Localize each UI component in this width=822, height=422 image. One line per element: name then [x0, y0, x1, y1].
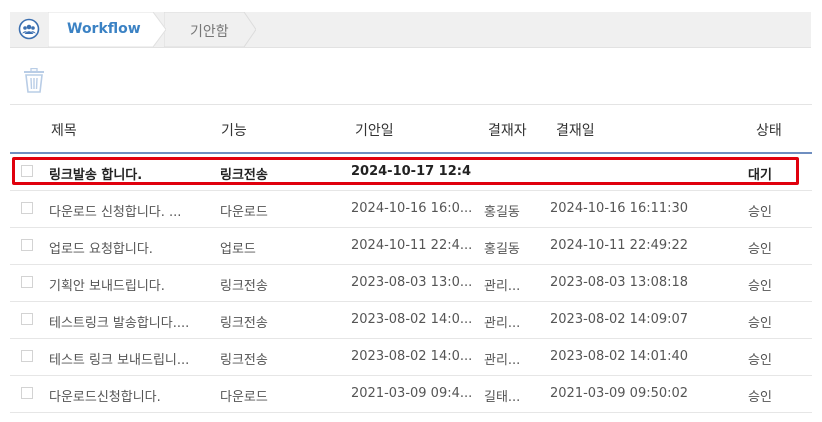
row-checkbox[interactable]: [21, 165, 33, 177]
row-function: 다운로드: [220, 205, 268, 220]
row-approver: 관리...: [484, 279, 521, 294]
row-function: 링크전송: [220, 168, 268, 183]
table-row[interactable]: 테스트링크 발송합니다.... 링크전송 2023-08-02 14:0... …: [10, 302, 812, 339]
row-approver: 홍길동: [484, 242, 520, 257]
table-row[interactable]: 다운로드 신청합니다. ... 다운로드 2024-10-16 16:0... …: [10, 191, 812, 228]
row-draft-date: 2024-10-17 12:4...: [351, 164, 471, 179]
row-title[interactable]: 테스트링크 발송합니다....: [49, 312, 199, 331]
row-approver: 길태...: [484, 390, 521, 405]
table-row[interactable]: 링크발송 합니다. 링크전송 2024-10-17 12:4... 대기: [10, 154, 812, 191]
row-approval-date: 2024-10-11 22:49:22: [550, 238, 689, 253]
workflow-users-icon[interactable]: [18, 18, 40, 40]
row-function: 다운로드: [220, 390, 268, 405]
table-row[interactable]: 기획안 보내드립니다. 링크전송 2023-08-03 13:0... 관리..…: [10, 265, 812, 302]
row-function: 링크전송: [220, 316, 268, 331]
row-checkbox[interactable]: [21, 239, 33, 251]
row-status: 승인: [748, 316, 772, 331]
row-approval-date: 2023-08-02 14:01:40: [550, 349, 689, 364]
row-checkbox[interactable]: [21, 350, 33, 362]
row-function: 업로드: [220, 242, 256, 257]
breadcrumb-workflow[interactable]: Workflow: [48, 12, 166, 47]
row-title[interactable]: 테스트 링크 보내드립니...: [49, 349, 199, 368]
table-row[interactable]: 다운로드신청합니다. 다운로드 2021-03-09 09:4... 길태...…: [10, 376, 812, 413]
row-checkbox[interactable]: [21, 276, 33, 288]
row-title[interactable]: 기획안 보내드립니다.: [49, 275, 199, 294]
table-row[interactable]: 업로드 요청합니다. 업로드 2024-10-11 22:4... 홍길동 20…: [10, 228, 812, 265]
breadcrumb-current: 기안함: [164, 12, 256, 47]
row-status: 승인: [748, 353, 772, 368]
row-approver: 홍길동: [484, 205, 520, 220]
header-title[interactable]: 제목: [51, 120, 77, 140]
trash-icon[interactable]: [23, 67, 45, 94]
row-title[interactable]: 링크발송 합니다.: [49, 164, 199, 183]
row-draft-date: 2021-03-09 09:4...: [351, 386, 471, 401]
row-checkbox[interactable]: [21, 313, 33, 325]
row-title[interactable]: 업로드 요청합니다.: [49, 238, 199, 257]
header-draft-date[interactable]: 기안일: [355, 120, 394, 140]
breadcrumb-current-label: 기안함: [190, 24, 229, 40]
row-draft-date: 2023-08-02 14:0...: [351, 349, 471, 364]
row-title[interactable]: 다운로드신청합니다.: [49, 386, 199, 405]
breadcrumb-workflow-label: Workflow: [67, 21, 141, 37]
table-header: 제목 기능 기안일 결재자 결재일 상태: [10, 105, 812, 154]
row-draft-date: 2024-10-16 16:0...: [351, 201, 471, 216]
row-approval-date: 2023-08-03 13:08:18: [550, 275, 689, 290]
row-approval-date: 2021-03-09 09:50:02: [550, 386, 689, 401]
row-status: 승인: [748, 279, 772, 294]
row-title[interactable]: 다운로드 신청합니다. ...: [49, 201, 199, 220]
row-status: 승인: [748, 390, 772, 405]
row-approver: 관리...: [484, 316, 521, 331]
breadcrumb: 기안함 Workflow: [10, 12, 811, 48]
row-approval-date: 2023-08-02 14:09:07: [550, 312, 689, 327]
row-draft-date: 2023-08-03 13:0...: [351, 275, 471, 290]
row-approver: 관리...: [484, 353, 521, 368]
row-status: 승인: [748, 242, 772, 257]
header-approver[interactable]: 결재자: [488, 120, 527, 140]
row-checkbox[interactable]: [21, 202, 33, 214]
header-approval-date[interactable]: 결재일: [556, 120, 595, 140]
row-status: 대기: [748, 168, 772, 183]
row-checkbox[interactable]: [21, 387, 33, 399]
row-approval-date: 2024-10-16 16:11:30: [550, 201, 689, 216]
row-status: 승인: [748, 205, 772, 220]
row-function: 링크전송: [220, 353, 268, 368]
table-row[interactable]: 테스트 링크 보내드립니... 링크전송 2023-08-02 14:0... …: [10, 339, 812, 376]
header-function[interactable]: 기능: [221, 120, 247, 140]
header-status[interactable]: 상태: [756, 120, 782, 140]
row-function: 링크전송: [220, 279, 268, 294]
row-draft-date: 2024-10-11 22:4...: [351, 238, 471, 253]
row-draft-date: 2023-08-02 14:0...: [351, 312, 471, 327]
table-body: 링크발송 합니다. 링크전송 2024-10-17 12:4... 대기 다운로…: [10, 154, 812, 413]
